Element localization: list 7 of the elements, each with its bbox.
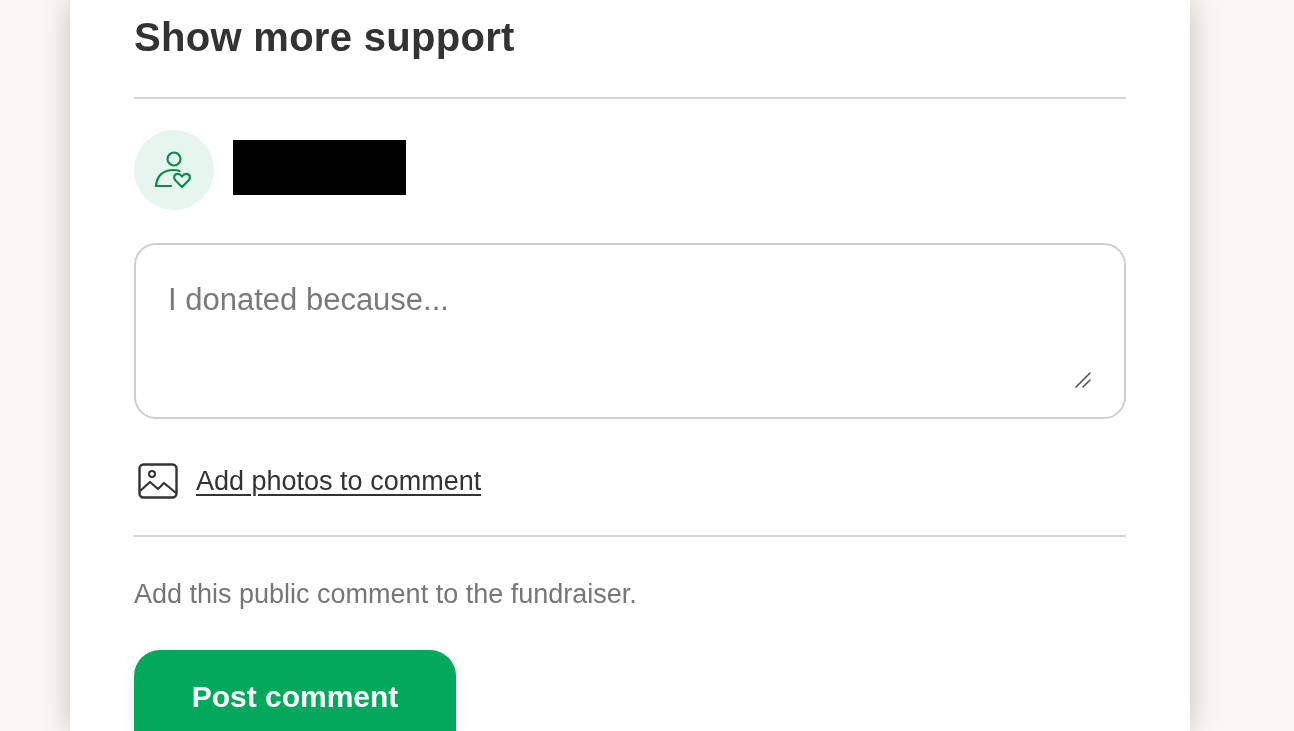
- resize-handle-icon[interactable]: [1075, 372, 1091, 388]
- person-heart-avatar-icon: [134, 130, 214, 210]
- comment-textarea[interactable]: I donated because...: [134, 243, 1126, 419]
- image-icon[interactable]: [138, 463, 178, 499]
- add-photos-link[interactable]: Add photos to comment: [196, 464, 482, 498]
- public-comment-note: Add this public comment to the fundraiser.: [134, 578, 637, 611]
- section-title: Show more support: [134, 14, 515, 61]
